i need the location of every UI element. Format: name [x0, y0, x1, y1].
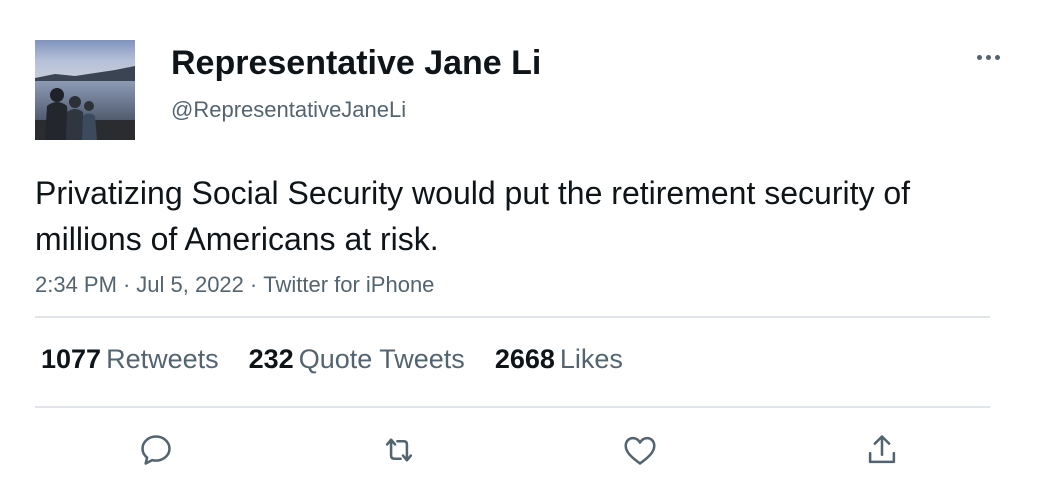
- tweet-date[interactable]: Jul 5, 2022: [136, 272, 244, 297]
- meta-separator: ·: [249, 272, 258, 297]
- avatar[interactable]: [35, 40, 135, 140]
- tweet-meta: 2:34 PM · Jul 5, 2022 · Twitter for iPhone: [35, 270, 434, 300]
- retweets-label: Retweets: [106, 344, 219, 374]
- reply-button[interactable]: [134, 428, 178, 472]
- more-horizontal-icon-dot: [994, 54, 1000, 60]
- like-button[interactable]: [618, 428, 662, 472]
- tweet-text: Privatizing Social Security would put th…: [35, 175, 911, 257]
- likes-label: Likes: [559, 344, 623, 374]
- display-name[interactable]: Representative Jane Li: [171, 42, 541, 84]
- more-options-button[interactable]: [968, 42, 1008, 72]
- tweet-source[interactable]: Twitter for iPhone: [263, 272, 434, 297]
- meta-separator: ·: [122, 272, 131, 297]
- retweet-button[interactable]: [377, 428, 421, 472]
- likes-stat[interactable]: 2668 Likes: [495, 342, 623, 376]
- tweet-time[interactable]: 2:34 PM: [35, 272, 117, 297]
- tweet-stats: 1077 Retweets 232 Quote Tweets 2668 Likes: [41, 342, 653, 376]
- avatar-photo-icon: [35, 40, 135, 140]
- more-horizontal-icon: [976, 54, 982, 60]
- retweet-icon: [385, 438, 413, 462]
- divider: [35, 316, 990, 318]
- reply-icon: [141, 435, 171, 465]
- share-icon: [868, 435, 896, 464]
- heart-icon: [624, 436, 656, 465]
- share-button[interactable]: [860, 428, 904, 472]
- divider: [35, 406, 990, 408]
- likes-count: 2668: [494, 344, 555, 374]
- more-horizontal-icon-dot: [985, 54, 991, 60]
- tweet-card: Representative Jane Li @RepresentativeJa…: [0, 0, 1050, 480]
- user-handle[interactable]: @RepresentativeJaneLi: [171, 96, 406, 124]
- retweets-count: 1077: [41, 344, 102, 374]
- quote-tweets-stat[interactable]: 232 Quote Tweets: [249, 342, 465, 376]
- retweets-stat[interactable]: 1077 Retweets: [41, 342, 219, 376]
- quote-tweets-label: Quote Tweets: [298, 344, 465, 374]
- quote-tweets-count: 232: [248, 344, 294, 374]
